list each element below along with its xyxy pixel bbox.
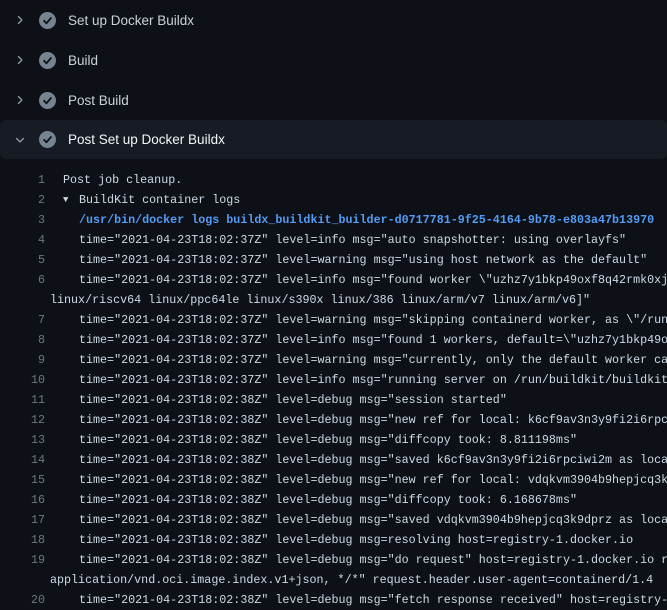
log-viewer: 1Post job cleanup.2▼BuildKit container l… [0,159,667,610]
log-text: time="2021-04-23T18:02:38Z" level=debug … [45,450,667,470]
step-row-1[interactable]: Build [0,40,667,80]
line-number[interactable]: 17 [0,510,45,530]
log-line: linux/riscv64 linux/ppc64le linux/s390x … [0,290,667,310]
log-text: ▼BuildKit container logs [45,190,240,210]
chevron-right-icon[interactable] [12,52,28,68]
check-circle-icon [39,52,56,69]
log-text: time="2021-04-23T18:02:38Z" level=debug … [45,510,667,530]
log-text: time="2021-04-23T18:02:37Z" level=info m… [45,330,667,350]
line-number[interactable]: 14 [0,450,45,470]
log-line: 6time="2021-04-23T18:02:37Z" level=info … [0,270,667,290]
step-label: Set up Docker Buildx [68,13,194,28]
line-number[interactable]: 4 [0,230,45,250]
line-number[interactable]: 1 [0,170,45,190]
chevron-right-icon[interactable] [12,92,28,108]
log-text: time="2021-04-23T18:02:38Z" level=debug … [45,430,577,450]
log-text: time="2021-04-23T18:02:38Z" level=debug … [45,470,667,490]
step-list: Set up Docker Buildx Build Post Build Post … [0,0,667,159]
check-circle-icon [39,131,56,148]
log-text: time="2021-04-23T18:02:37Z" level=warnin… [45,250,647,270]
line-number[interactable]: 18 [0,530,45,550]
step-label: Post Build [68,93,129,108]
line-number[interactable]: 9 [0,350,45,370]
log-line: 4time="2021-04-23T18:02:37Z" level=info … [0,230,667,250]
log-line: 9time="2021-04-23T18:02:37Z" level=warni… [0,350,667,370]
log-text: application/vnd.oci.image.index.v1+json,… [45,570,653,590]
line-number [0,290,45,310]
log-line: application/vnd.oci.image.index.v1+json,… [0,570,667,590]
log-text: linux/riscv64 linux/ppc64le linux/s390x … [45,290,590,310]
chevron-down-icon[interactable] [12,132,28,148]
log-line: 13time="2021-04-23T18:02:38Z" level=debu… [0,430,667,450]
step-row-0[interactable]: Set up Docker Buildx [0,0,667,40]
chevron-right-icon[interactable] [12,12,28,28]
log-line: 15time="2021-04-23T18:02:38Z" level=debu… [0,470,667,490]
line-number[interactable]: 10 [0,370,45,390]
step-label: Post Set up Docker Buildx [68,132,225,147]
log-line: 20time="2021-04-23T18:02:38Z" level=debu… [0,590,667,610]
log-text: time="2021-04-23T18:02:38Z" level=debug … [45,530,633,550]
line-number[interactable]: 20 [0,590,45,610]
log-line: 7time="2021-04-23T18:02:37Z" level=warni… [0,310,667,330]
log-text: time="2021-04-23T18:02:37Z" level=info m… [45,270,667,290]
log-line: 18time="2021-04-23T18:02:38Z" level=debu… [0,530,667,550]
check-circle-icon [39,12,56,29]
line-number[interactable]: 3 [0,210,45,230]
line-number[interactable]: 11 [0,390,45,410]
log-text: time="2021-04-23T18:02:37Z" level=warnin… [45,350,667,370]
group-toggle-icon[interactable]: ▼ [63,190,79,210]
log-line: 11time="2021-04-23T18:02:38Z" level=debu… [0,390,667,410]
log-line: 5time="2021-04-23T18:02:37Z" level=warni… [0,250,667,270]
log-line: 17time="2021-04-23T18:02:38Z" level=debu… [0,510,667,530]
log-text: time="2021-04-23T18:02:37Z" level=info m… [45,370,667,390]
line-number[interactable]: 2 [0,190,45,210]
log-text: time="2021-04-23T18:02:37Z" level=info m… [45,230,626,250]
log-line: 12time="2021-04-23T18:02:38Z" level=debu… [0,410,667,430]
log-line: 2▼BuildKit container logs [0,190,667,210]
log-text: time="2021-04-23T18:02:38Z" level=debug … [45,410,667,430]
line-number[interactable]: 13 [0,430,45,450]
log-line: 14time="2021-04-23T18:02:38Z" level=debu… [0,450,667,470]
step-label: Build [68,53,98,68]
log-text: Post job cleanup. [45,170,182,190]
log-line: 8time="2021-04-23T18:02:37Z" level=info … [0,330,667,350]
log-text: time="2021-04-23T18:02:38Z" level=debug … [45,390,507,410]
line-number[interactable]: 5 [0,250,45,270]
log-text: time="2021-04-23T18:02:37Z" level=warnin… [45,310,667,330]
log-line: 19time="2021-04-23T18:02:38Z" level=debu… [0,550,667,570]
line-number[interactable]: 7 [0,310,45,330]
line-number [0,570,45,590]
step-row-3[interactable]: Post Set up Docker Buildx [0,120,667,159]
log-text: time="2021-04-23T18:02:38Z" level=debug … [45,590,667,610]
step-row-2[interactable]: Post Build [0,80,667,120]
log-line: 1Post job cleanup. [0,170,667,190]
line-number[interactable]: 16 [0,490,45,510]
log-command-text: /usr/bin/docker logs buildx_buildkit_bui… [45,210,654,230]
log-line: 10time="2021-04-23T18:02:37Z" level=info… [0,370,667,390]
line-number[interactable]: 15 [0,470,45,490]
log-line: 3/usr/bin/docker logs buildx_buildkit_bu… [0,210,667,230]
log-text: time="2021-04-23T18:02:38Z" level=debug … [45,550,667,570]
group-title[interactable]: BuildKit container logs [79,193,240,207]
log-text: time="2021-04-23T18:02:38Z" level=debug … [45,490,577,510]
line-number[interactable]: 12 [0,410,45,430]
check-circle-icon [39,92,56,109]
line-number[interactable]: 19 [0,550,45,570]
log-line: 16time="2021-04-23T18:02:38Z" level=debu… [0,490,667,510]
line-number[interactable]: 8 [0,330,45,350]
line-number[interactable]: 6 [0,270,45,290]
